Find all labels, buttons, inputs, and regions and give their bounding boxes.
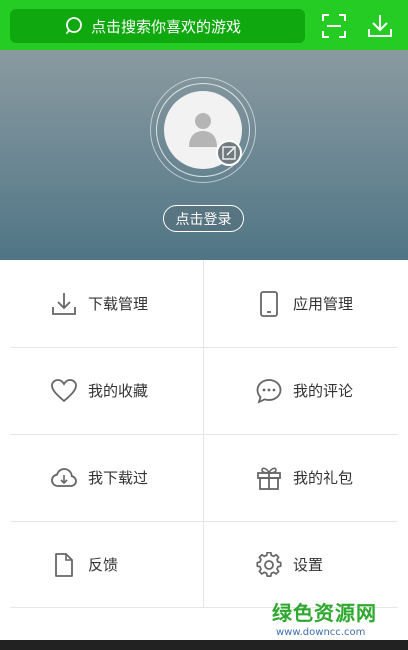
menu-item-favorites[interactable]: 我的收藏 [10, 347, 203, 434]
menu-item-downloaded[interactable]: 我下载过 [10, 434, 203, 521]
edit-avatar-button[interactable] [216, 140, 242, 166]
download-icon[interactable] [367, 13, 393, 39]
search-box[interactable]: 点击搜索你喜欢的游戏 [10, 9, 305, 43]
menu-item-label: 设置 [293, 556, 324, 574]
menu-item-label: 我的评论 [293, 382, 354, 400]
search-icon [66, 17, 82, 34]
menu-item-label: 我的收藏 [88, 382, 149, 400]
comment-icon [256, 378, 282, 404]
edit-icon [222, 146, 236, 160]
cloud-download-icon [51, 467, 77, 487]
menu-item-label: 我下载过 [88, 469, 149, 487]
bottom-nav-bar[interactable] [0, 640, 408, 650]
menu-item-settings[interactable]: 设置 [204, 521, 397, 608]
profile-header: 点击登录 [0, 50, 408, 260]
avatar[interactable] [150, 77, 256, 183]
menu-item-comments[interactable]: 我的评论 [204, 347, 397, 434]
menu-item-feedback[interactable]: 反馈 [10, 521, 203, 608]
download-manage-icon [52, 292, 76, 315]
watermark-title: 绿色资源网 [272, 601, 377, 625]
menu-item-label: 应用管理 [293, 295, 354, 313]
menu-item-gifts[interactable]: 我的礼包 [204, 434, 397, 521]
watermark: 绿色资源网 www.downcc.com [272, 597, 392, 638]
menu-item-label: 我的礼包 [293, 469, 354, 487]
search-placeholder: 点击搜索你喜欢的游戏 [91, 17, 242, 36]
phone-icon [260, 290, 278, 317]
menu-item-label: 反馈 [88, 556, 119, 574]
gift-icon [257, 467, 281, 490]
watermark-url: www.downcc.com [276, 627, 366, 638]
login-button[interactable]: 点击登录 [163, 205, 244, 232]
user-avatar-icon [189, 113, 217, 147]
top-bar: 点击搜索你喜欢的游戏 [0, 0, 408, 50]
menu-item-label: 下载管理 [88, 295, 149, 313]
document-icon [55, 552, 73, 577]
settings-gear-icon [256, 551, 282, 577]
menu-grid: 下载管理 应用管理 我的收藏 我的评论 我下载过 我的礼包 反馈 设置 [0, 260, 408, 608]
menu-item-app-manage[interactable]: 应用管理 [204, 260, 397, 347]
scan-icon[interactable] [321, 13, 347, 39]
menu-item-download-manage[interactable]: 下载管理 [10, 260, 203, 347]
heart-icon [51, 378, 77, 402]
